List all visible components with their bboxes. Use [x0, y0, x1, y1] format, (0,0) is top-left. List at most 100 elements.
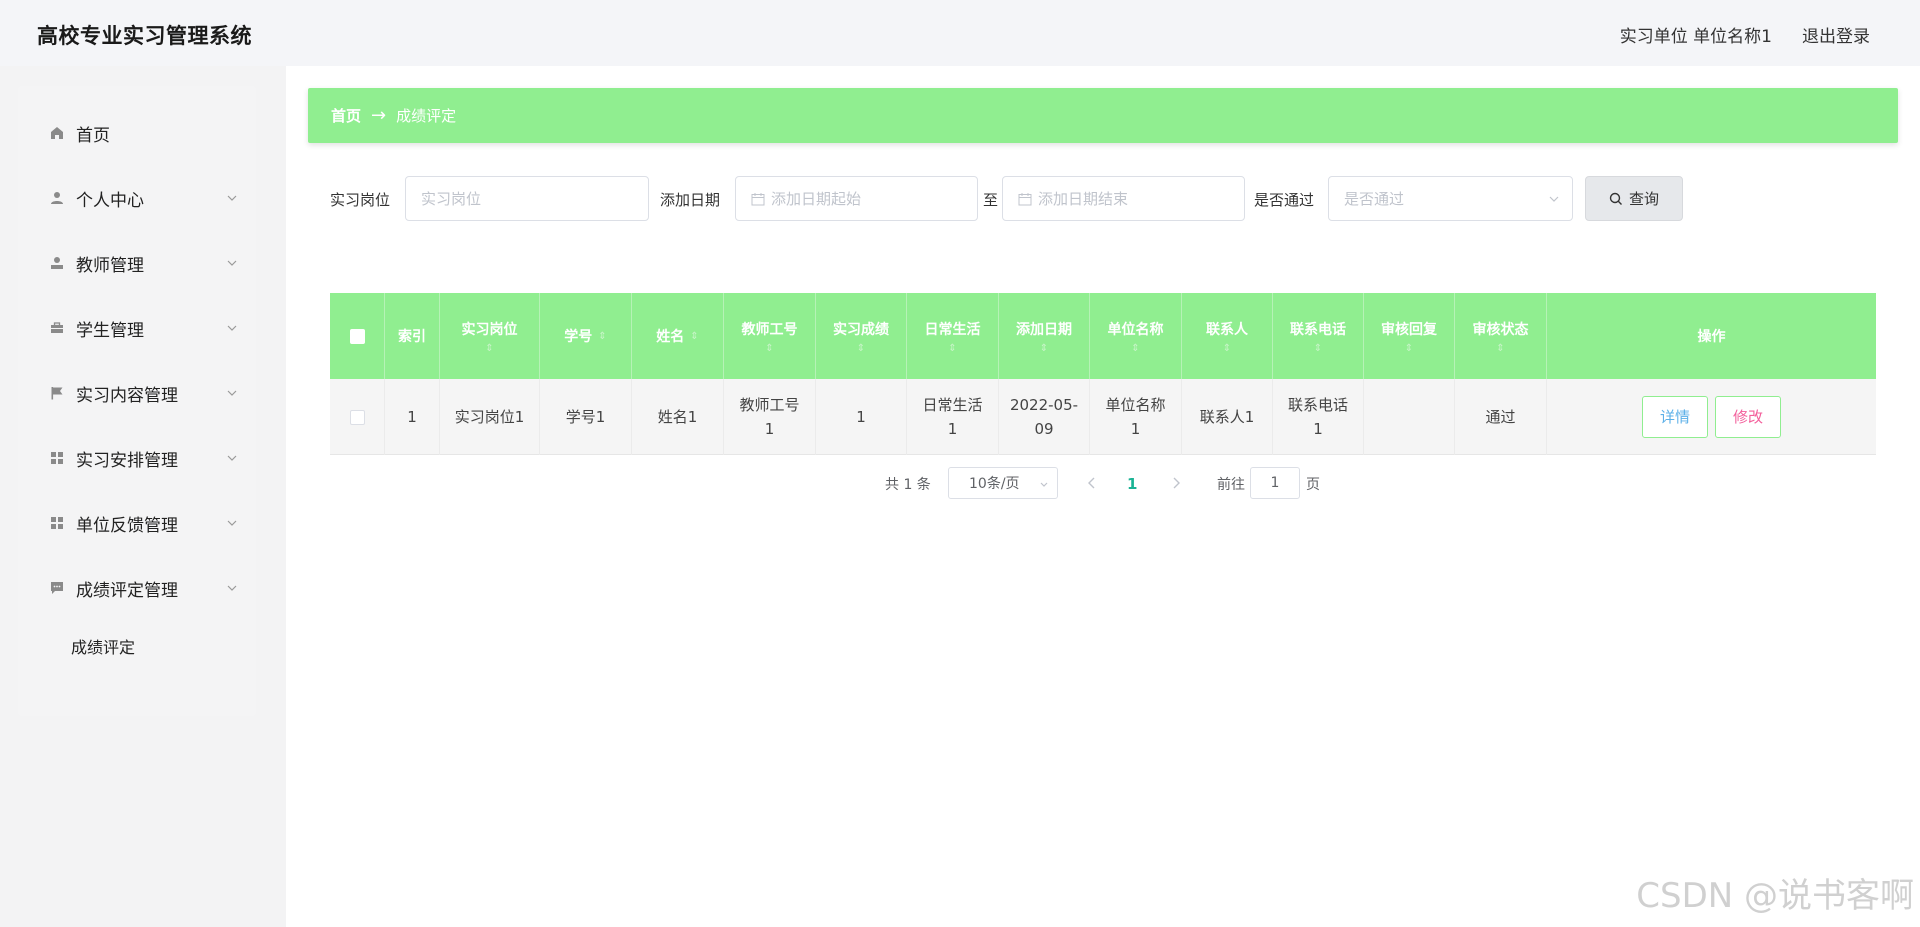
sidebar-item-feedback[interactable]: 单位反馈管理: [18, 499, 256, 547]
query-label: 查询: [1628, 190, 1659, 208]
grid-icon: [50, 451, 64, 465]
header-unit[interactable]: 单位名称 ⇕: [1090, 293, 1182, 379]
calendar-icon: [1018, 192, 1032, 205]
header-contact[interactable]: 联系人 ⇕: [1182, 293, 1273, 379]
sidebar-item-home[interactable]: 首页: [18, 109, 256, 157]
teacher-icon: [50, 256, 64, 270]
goto-page-input[interactable]: 1: [1250, 467, 1300, 499]
date-label: 添加日期: [660, 191, 721, 209]
row-select-cell: [330, 379, 385, 455]
breadcrumb-home[interactable]: 首页: [331, 105, 361, 126]
header-phone[interactable]: 联系电话 ⇕: [1273, 293, 1364, 379]
header-select-all: [330, 293, 385, 379]
cell-index: 1: [385, 379, 440, 455]
sidebar-item-grading[interactable]: 成绩评定管理: [18, 564, 256, 612]
cell-daily: 日常生活 1: [907, 379, 999, 455]
table-header: 索引 实习岗位 ⇕ 学号 ⇕ 姓名 ⇕ 教师工号 ⇕ 实习成绩 ⇕ 日常生活 ⇕ 添加日期 ⇕…: [330, 293, 1876, 379]
chat-icon: [50, 581, 64, 595]
table-row: 1 实习岗位1 学号1 姓名1 教师工号 1 1 日常生活 1 2022-05- 09…: [330, 379, 1876, 455]
next-page-icon[interactable]: [1170, 476, 1182, 490]
cell-unit: 单位名称 1: [1090, 379, 1182, 455]
user-icon: [50, 191, 64, 205]
chevron-down-icon: [227, 455, 237, 461]
sort-icon: ⇕: [765, 342, 774, 354]
select-all-checkbox[interactable]: [349, 328, 365, 344]
date-end-placeholder: 添加日期结束: [1038, 190, 1129, 208]
sort-icon: ⇕: [485, 342, 494, 354]
sort-icon: ⇕: [856, 342, 866, 354]
header-student-no[interactable]: 学号 ⇕: [540, 293, 632, 379]
briefcase-icon: [50, 321, 64, 335]
header-actions: 操作: [1697, 329, 1726, 345]
query-button[interactable]: 查询: [1585, 176, 1683, 221]
sidebar-item-schedule[interactable]: 实习安排管理: [18, 434, 256, 482]
watermark: CSDN @说书客啊: [1636, 876, 1914, 916]
chevron-down-icon: [227, 520, 237, 526]
row-checkbox[interactable]: [349, 409, 365, 425]
position-placeholder: 实习岗位: [421, 190, 482, 208]
breadcrumb-arrow: →: [371, 105, 387, 126]
app-title: 高校专业实习管理系统: [37, 24, 252, 48]
date-start-input[interactable]: 添加日期起始: [735, 176, 978, 221]
date-start-placeholder: 添加日期起始: [771, 190, 862, 208]
sidebar-item-content[interactable]: 实习内容管理: [18, 369, 256, 417]
flag-icon: [50, 386, 64, 400]
cell-contact: 联系人1: [1182, 379, 1273, 455]
header-reply[interactable]: 审核回复 ⇕: [1364, 293, 1455, 379]
goto-label: 前往: [1217, 477, 1245, 493]
cell-phone: 联系电话 1: [1273, 379, 1364, 455]
sort-icon: ⇕: [1131, 342, 1140, 354]
main-content: 首页 → 成绩评定 实习岗位 实习岗位 添加日期 添加日期起始 至 添加日期结束…: [286, 66, 1920, 927]
sidebar-item-label: 实习内容管理: [76, 385, 178, 406]
logout-link[interactable]: 退出登录: [1802, 22, 1870, 47]
page-suffix: 页: [1306, 477, 1320, 493]
cell-actions: 详情 修改: [1547, 379, 1876, 455]
grid-icon: [50, 516, 64, 530]
cell-score: 1: [816, 379, 907, 455]
header-teacher-no[interactable]: 教师工号 ⇕: [724, 293, 816, 379]
sidebar-menu: 首页 个人中心 教师管理 学生管理 实习内容管理 实习安排管理 单位反馈管理 成…: [18, 86, 256, 716]
header-name[interactable]: 姓名 ⇕: [632, 293, 724, 379]
passed-placeholder: 是否通过: [1344, 190, 1405, 208]
pagination-total: 共 1 条: [885, 477, 931, 493]
user-info: 实习单位 单位名称1: [1619, 27, 1772, 47]
sort-icon: ⇕: [598, 330, 607, 342]
prev-page-icon[interactable]: [1086, 476, 1098, 490]
header-date[interactable]: 添加日期 ⇕: [999, 293, 1090, 379]
header-status[interactable]: 审核状态 ⇕: [1455, 293, 1547, 379]
sidebar-item-teachers[interactable]: 教师管理: [18, 239, 256, 287]
sidebar-item-label: 单位反馈管理: [76, 515, 178, 536]
position-input[interactable]: 实习岗位: [405, 176, 649, 221]
cell-name: 姓名1: [632, 379, 724, 455]
cell-position: 实习岗位1: [440, 379, 540, 455]
chevron-down-icon: [227, 325, 237, 331]
passed-select[interactable]: 是否通过: [1328, 176, 1573, 221]
page-size-select[interactable]: 10条/页: [948, 467, 1058, 499]
sort-icon: ⇕: [1404, 342, 1414, 354]
breadcrumb-current: 成绩评定: [396, 107, 457, 125]
sort-icon: ⇕: [948, 342, 957, 354]
breadcrumb: 首页 → 成绩评定: [308, 88, 1898, 143]
sidebar-item-label: 实习安排管理: [76, 450, 178, 471]
sidebar-subitem-grading[interactable]: 成绩评定: [18, 622, 256, 670]
cell-date: 2022-05- 09: [999, 379, 1090, 455]
page-number-active[interactable]: 1: [1127, 468, 1137, 500]
passed-label: 是否通过: [1254, 191, 1315, 209]
sort-icon: ⇕: [1313, 342, 1323, 354]
sort-icon: ⇕: [1222, 342, 1232, 354]
sidebar-item-label: 成绩评定管理: [76, 580, 178, 601]
page-size-value: 10条/页: [969, 476, 1020, 492]
chevron-down-icon: [227, 195, 237, 201]
sidebar-item-students[interactable]: 学生管理: [18, 304, 256, 352]
search-icon: [1609, 192, 1622, 205]
sidebar-item-label: 首页: [76, 125, 110, 146]
sidebar-item-label: 学生管理: [76, 320, 144, 341]
header-position[interactable]: 实习岗位 ⇕: [440, 293, 540, 379]
sidebar-item-profile[interactable]: 个人中心: [18, 174, 256, 222]
header-score[interactable]: 实习成绩 ⇕: [816, 293, 907, 379]
edit-button[interactable]: 修改: [1715, 396, 1781, 438]
header-daily[interactable]: 日常生活 ⇕: [907, 293, 999, 379]
date-to-label: 至: [983, 191, 999, 209]
date-end-input[interactable]: 添加日期结束: [1002, 176, 1245, 221]
detail-button[interactable]: 详情: [1642, 396, 1708, 438]
